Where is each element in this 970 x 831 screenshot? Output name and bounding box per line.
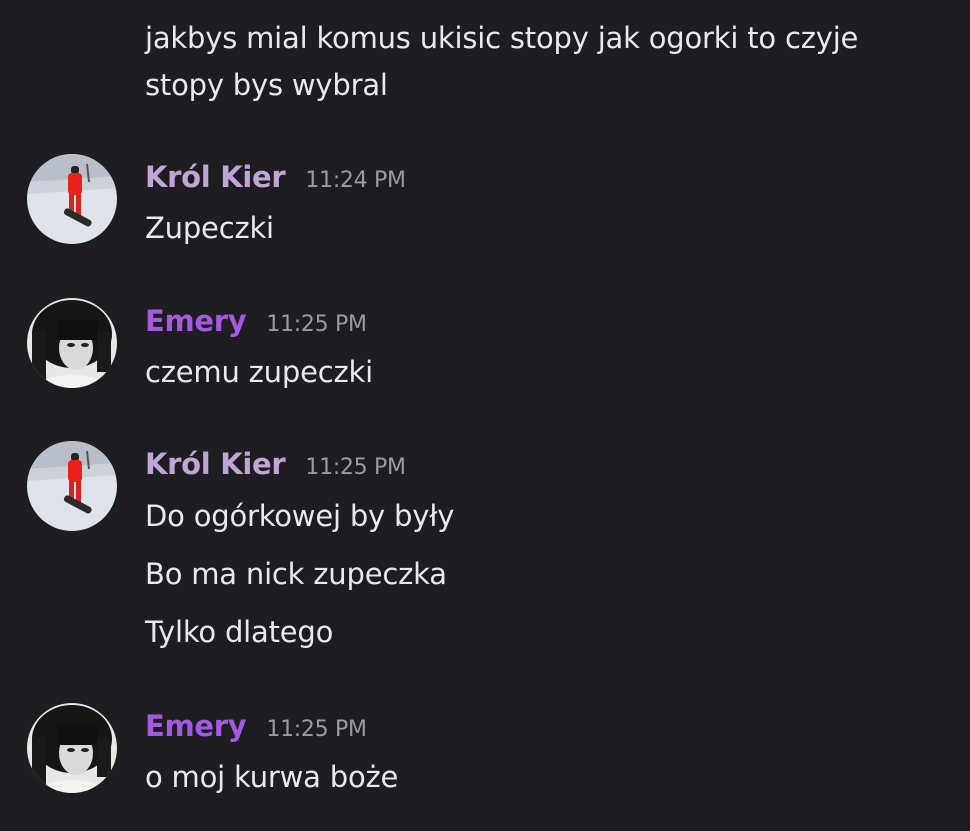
author-name[interactable]: Emery [145,304,247,338]
author-name[interactable]: Król Kier [145,447,286,481]
snowboarder-avatar-image [27,441,117,531]
avatar-emery[interactable] [27,703,117,793]
timestamp: 11:25 PM [305,455,406,480]
message-header: Emery 11:25 PM [145,304,367,344]
avatar-krol-kier[interactable] [27,154,117,244]
author-name[interactable]: Król Kier [145,160,286,194]
message-line: Do ogórkowej by były [145,499,455,533]
avatar-krol-kier[interactable] [27,441,117,531]
message-line: Zupeczki [145,211,274,245]
timestamp: 11:25 PM [266,717,367,742]
avatar-emery[interactable] [27,298,117,388]
timestamp: 11:25 PM [266,312,367,337]
author-name[interactable]: Emery [145,709,247,743]
message-line: stopy bys wybral [145,68,388,102]
message-line: o moj kurwa boże [145,760,399,794]
message-header: Król Kier 11:24 PM [145,160,406,200]
message-header: Król Kier 11:25 PM [145,447,406,487]
message-header: Emery 11:25 PM [145,709,367,749]
bw-portrait-avatar-image [27,298,117,388]
message-line: czemu zupeczki [145,355,373,389]
message-line: Tylko dlatego [145,615,334,649]
message-line: jakbys mial komus ukisic stopy jak ogork… [145,21,859,55]
timestamp: 11:24 PM [305,168,406,193]
bw-portrait-avatar-image [27,703,117,793]
message-line: Bo ma nick zupeczka [145,557,447,591]
snowboarder-avatar-image [27,154,117,244]
chat-message-list: jakbys mial komus ukisic stopy jak ogork… [0,0,970,831]
